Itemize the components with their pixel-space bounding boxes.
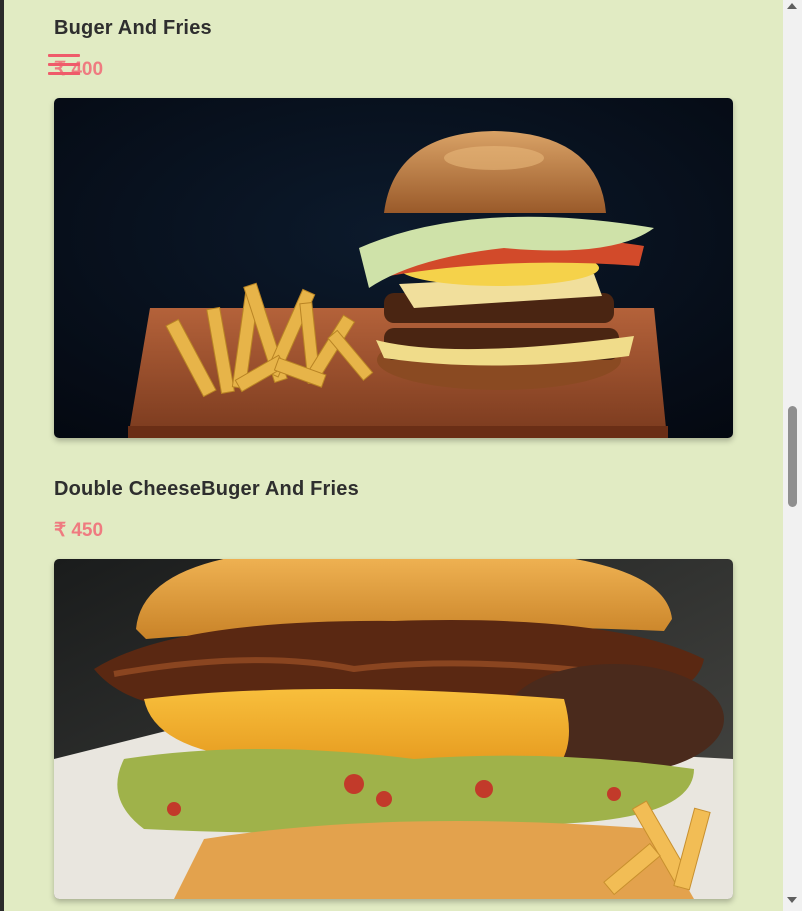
scrollbar-thumb[interactable] <box>788 406 797 507</box>
menu-icon-bar <box>48 54 80 57</box>
scroll-down-arrow-icon[interactable] <box>787 897 797 903</box>
menu-item-title: Buger And Fries <box>54 17 212 39</box>
menu-item-title: Double CheeseBuger And Fries <box>54 478 359 500</box>
menu-item-card: Double CheeseBuger And Fries ₹ 450 <box>54 478 733 899</box>
menu-page: Buger And Fries ₹ 400 Double CheeseBuger… <box>4 0 783 911</box>
menu-item-price: ₹ 450 <box>54 520 104 541</box>
menu-icon-bar <box>48 63 80 66</box>
burger-fries-photo <box>54 98 733 438</box>
menu-icon-bar <box>48 72 80 75</box>
menu-item-price: ₹ 400 <box>54 59 104 80</box>
scroll-up-arrow-icon[interactable] <box>787 3 797 9</box>
burger-fries-image <box>54 98 733 438</box>
double-cheeseburger-image <box>54 559 733 899</box>
vertical-scrollbar[interactable] <box>783 0 802 911</box>
double-cheeseburger-photo <box>54 559 733 899</box>
hamburger-menu-icon[interactable] <box>48 54 80 78</box>
menu-item-card: Buger And Fries ₹ 400 <box>54 17 733 438</box>
